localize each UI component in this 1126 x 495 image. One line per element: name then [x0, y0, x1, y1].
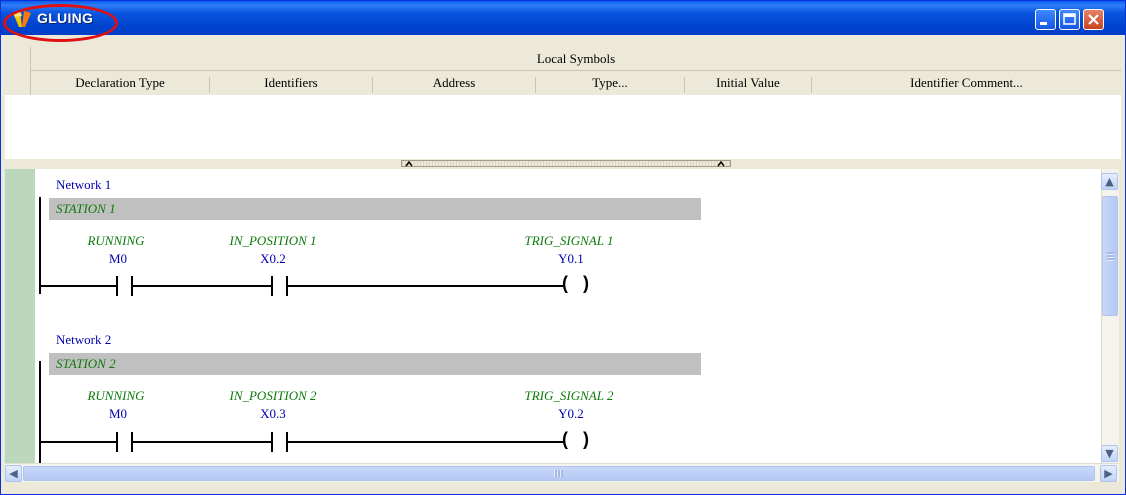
chevron-down-icon: ▼ — [1105, 447, 1114, 460]
scroll-grip-icon — [1107, 252, 1114, 261]
column-header-identifiers[interactable]: Identifiers — [210, 75, 372, 95]
coil-left-paren[interactable]: ( — [562, 429, 568, 450]
coil-symbol: TRIG_SIGNAL 1 — [524, 233, 614, 248]
contact-symbol: RUNNING — [87, 388, 145, 403]
network-1-label[interactable]: Network 1 — [56, 177, 111, 193]
chevron-right-icon: ▶ — [1104, 467, 1113, 480]
contact-left-bar[interactable] — [116, 432, 118, 452]
symbols-group-title: Local Symbols — [31, 51, 1121, 71]
coil-right-paren[interactable]: ) — [583, 429, 589, 450]
contact-symbol: RUNNING — [87, 233, 145, 248]
network-2-label[interactable]: Network 2 — [56, 332, 111, 348]
coil-address: Y0.1 — [558, 251, 584, 266]
contact-left-bar[interactable] — [116, 276, 118, 296]
contact-address: M0 — [108, 406, 128, 421]
editor-gutter — [5, 169, 35, 463]
app-logo-icon — [13, 11, 31, 27]
wire — [133, 441, 271, 443]
column-header-type[interactable]: Type... — [536, 75, 684, 95]
wire — [41, 285, 116, 287]
contact-address: M0 — [108, 251, 128, 266]
coil-right-paren[interactable]: ) — [583, 273, 589, 294]
network-1-comment: STATION 1 — [56, 201, 116, 216]
scroll-down-button[interactable]: ▼ — [1101, 445, 1118, 462]
chevron-left-icon: ◀ — [9, 467, 18, 480]
contact-left-bar[interactable] — [271, 432, 273, 452]
wire — [288, 441, 563, 443]
contact-address: X0.3 — [260, 406, 286, 421]
column-header-address[interactable]: Address — [373, 75, 535, 95]
close-icon — [1088, 14, 1099, 25]
symbols-header: Local Symbols Declaration Type Identifie… — [5, 47, 1121, 95]
column-header-declaration-type[interactable]: Declaration Type — [31, 75, 209, 95]
app-window: GLUING Local Symbols Declaration Type Id… — [0, 0, 1126, 495]
network-1-comment-bar[interactable] — [49, 198, 701, 220]
coil-address: Y0.2 — [558, 406, 584, 421]
coil-symbol: TRIG_SIGNAL 2 — [524, 388, 614, 403]
contact-left-bar[interactable] — [271, 276, 273, 296]
title-bar[interactable] — [1, 1, 1125, 35]
minimize-button[interactable] — [1035, 9, 1056, 30]
wire — [133, 285, 271, 287]
minimize-icon — [1040, 22, 1047, 25]
scroll-grip-icon — [554, 470, 563, 477]
contact-symbol: IN_POSITION 1 — [229, 233, 317, 248]
chevron-up-icon: ▲ — [1105, 175, 1114, 188]
network-2-comment: STATION 2 — [56, 356, 116, 371]
network-2-comment-bar[interactable] — [49, 353, 701, 375]
left-power-rail — [39, 361, 41, 463]
chevron-up-icon — [405, 161, 725, 167]
close-button[interactable] — [1083, 9, 1104, 30]
wire — [288, 285, 563, 287]
scroll-up-button[interactable]: ▲ — [1101, 173, 1118, 190]
column-header-initial-value[interactable]: Initial Value — [685, 75, 811, 95]
coil-left-paren[interactable]: ( — [562, 273, 568, 294]
scroll-left-button[interactable]: ◀ — [5, 465, 22, 482]
maximize-icon — [1063, 13, 1076, 25]
row-header-strip — [5, 47, 31, 95]
scroll-right-button[interactable]: ▶ — [1100, 465, 1117, 482]
local-symbols-table[interactable]: Local Symbols Declaration Type Identifie… — [5, 47, 1121, 159]
splitter-grip[interactable] — [401, 160, 731, 167]
maximize-button[interactable] — [1059, 9, 1080, 30]
column-header-identifier-comment[interactable]: Identifier Comment... — [812, 75, 1121, 95]
wire — [41, 441, 116, 443]
window-title: GLUING — [37, 10, 94, 26]
contact-symbol: IN_POSITION 2 — [229, 388, 317, 403]
contact-address: X0.2 — [260, 251, 286, 266]
left-power-rail — [39, 197, 41, 294]
